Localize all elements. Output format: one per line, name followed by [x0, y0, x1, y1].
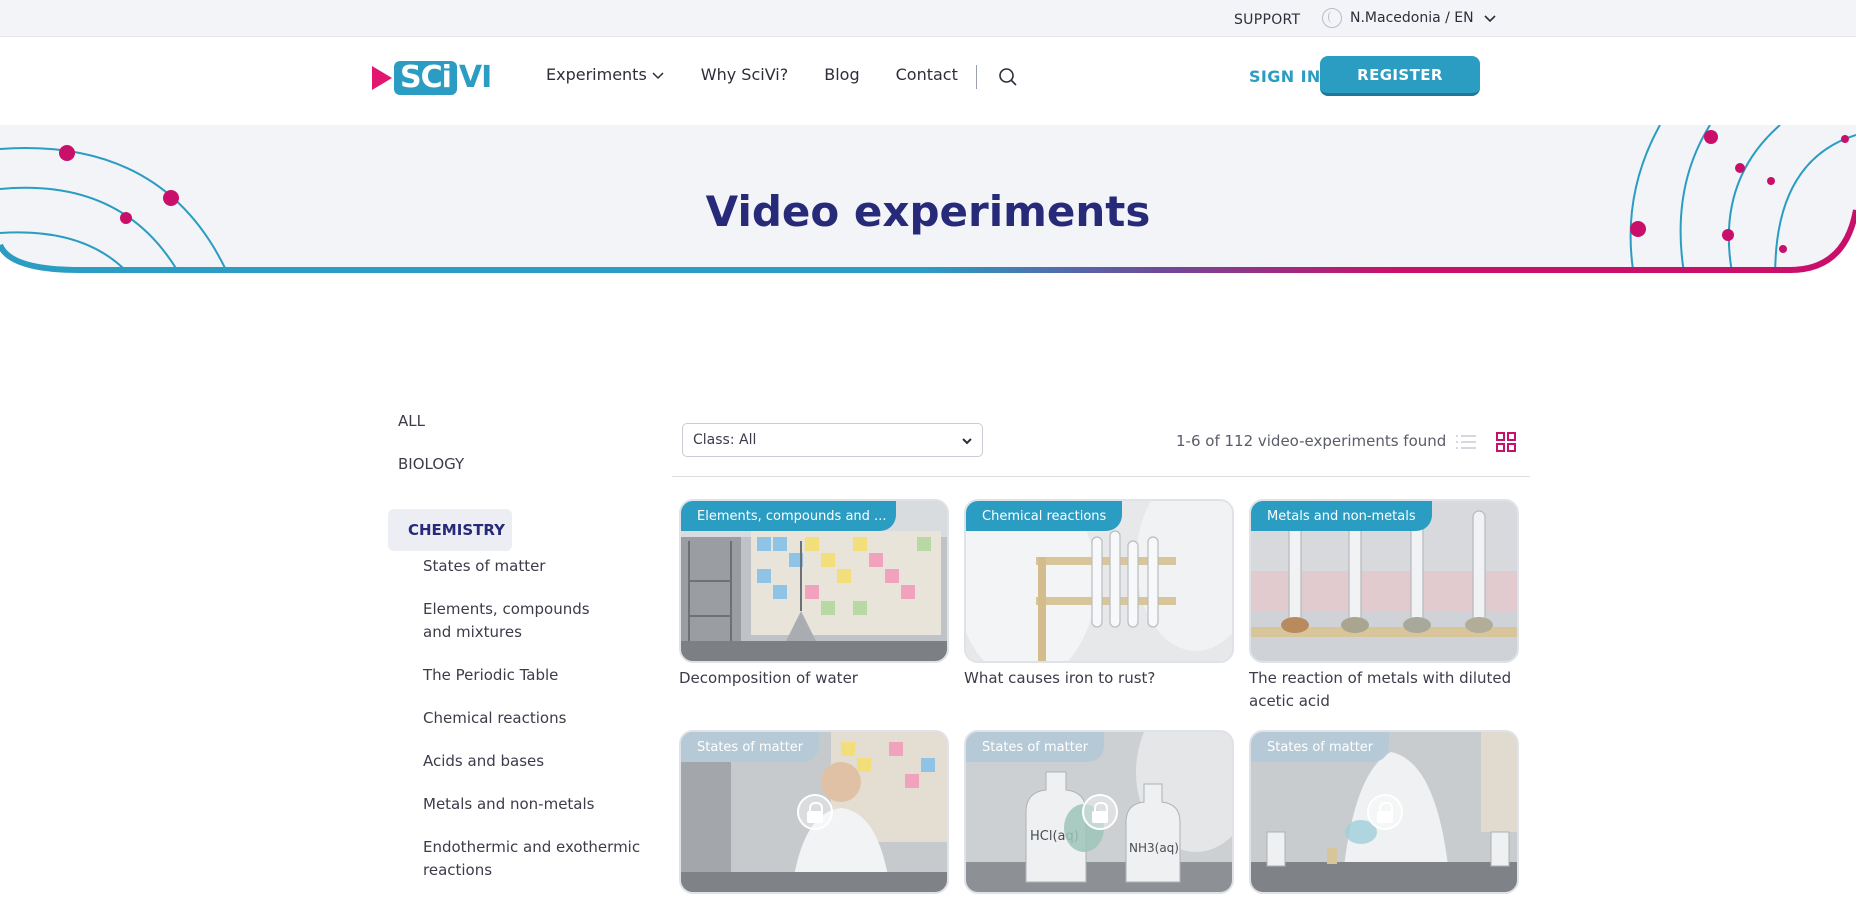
category-tag: Metals and non-metals	[1251, 501, 1432, 531]
nav-divider	[976, 65, 977, 89]
chemistry-subcategories: States of matter Elements, compounds and…	[423, 555, 640, 882]
language-selector[interactable]: N.Macedonia / EN	[1322, 8, 1498, 28]
language-label: N.Macedonia / EN	[1350, 10, 1474, 26]
category-sidebar: ALL BIOLOGY CHEMISTRY States of matter E…	[388, 412, 640, 882]
subcategory-elements-compounds-mixtures[interactable]: Elements, compounds and mixtures	[423, 598, 613, 644]
experiment-title[interactable]: The reaction of metals with diluted acet…	[1249, 667, 1519, 713]
subcategory-metals-non-metals[interactable]: Metals and non-metals	[423, 793, 638, 816]
results-count: 1-6 of 112 video-experiments found	[1176, 432, 1447, 450]
experiment-title[interactable]: What causes iron to rust?	[964, 667, 1234, 690]
lock-icon	[1367, 794, 1403, 830]
register-button[interactable]: REGISTER	[1320, 56, 1480, 96]
sidebar-item-all[interactable]: ALL	[398, 412, 638, 432]
nav-experiments-label: Experiments	[546, 65, 647, 84]
subcategory-states-of-matter[interactable]: States of matter	[423, 555, 638, 578]
subcategory-endothermic-exothermic[interactable]: Endothermic and exothermic reactions	[423, 836, 643, 882]
experiment-thumbnail[interactable]: States of matter	[1249, 730, 1519, 894]
experiment-title[interactable]: Decomposition of water	[679, 667, 949, 690]
experiment-card[interactable]: HCl(aq) NH3(aq) States of matter	[964, 730, 1234, 898]
category-tag: States of matter	[681, 732, 820, 762]
experiment-card[interactable]: States of matter	[679, 730, 949, 898]
sign-in-link[interactable]: SIGN IN	[1249, 67, 1321, 86]
experiment-card[interactable]: Chemical reactions What causes iron to r…	[964, 499, 1234, 690]
lock-icon	[797, 794, 833, 830]
experiment-card[interactable]: Metals and non-metals The reaction of me…	[1249, 499, 1519, 713]
subcategory-acids-bases[interactable]: Acids and bases	[423, 750, 638, 773]
experiment-thumbnail[interactable]: HCl(aq) NH3(aq) States of matter	[964, 730, 1234, 894]
lock-icon	[1082, 794, 1118, 830]
globe-icon	[1322, 8, 1342, 28]
nav-contact[interactable]: Contact	[896, 65, 958, 84]
search-icon[interactable]	[998, 67, 1018, 87]
chevron-down-icon	[652, 71, 664, 79]
main-nav: Experiments Why SciVi? Blog Contact	[546, 65, 958, 84]
scivi-logo[interactable]: SCi VI	[372, 60, 492, 95]
page-title: Video experiments	[705, 187, 1151, 236]
category-tag: States of matter	[966, 732, 1105, 762]
chevron-down-icon	[962, 438, 972, 445]
subcategory-periodic-table[interactable]: The Periodic Table	[423, 664, 638, 687]
experiment-card[interactable]: Elements, compounds and ... Decompositio…	[679, 499, 949, 690]
category-tag: States of matter	[1251, 732, 1390, 762]
logo-text-vi: VI	[458, 60, 492, 95]
nh3-bottle-label: NH3(aq)	[1129, 841, 1179, 855]
nav-blog[interactable]: Blog	[824, 65, 859, 84]
sidebar-item-biology[interactable]: BIOLOGY	[398, 455, 638, 475]
category-tag: Elements, compounds and ...	[681, 501, 896, 531]
play-icon	[372, 65, 392, 90]
experiment-card[interactable]: States of matter	[1249, 730, 1519, 898]
top-utility-bar: SUPPORT N.Macedonia / EN	[0, 0, 1856, 37]
main-header: SCi VI Experiments Why SciVi? Blog Conta…	[0, 37, 1856, 125]
class-filter-select[interactable]: Class: All	[682, 423, 983, 457]
sidebar-item-chemistry[interactable]: CHEMISTRY	[388, 509, 512, 551]
experiment-thumbnail[interactable]: States of matter	[679, 730, 949, 894]
toolbar-divider	[672, 476, 1530, 477]
chevron-down-icon	[1484, 15, 1496, 23]
subcategory-chemical-reactions[interactable]: Chemical reactions	[423, 707, 638, 730]
support-link[interactable]: SUPPORT	[1234, 12, 1300, 28]
hero-banner: Video experiments	[0, 125, 1856, 320]
grid-view-icon[interactable]	[1496, 432, 1516, 452]
experiment-thumbnail[interactable]: Metals and non-metals	[1249, 499, 1519, 663]
experiment-thumbnail[interactable]: Chemical reactions	[964, 499, 1234, 663]
category-tag: Chemical reactions	[966, 501, 1123, 531]
logo-text: SCi	[394, 60, 457, 95]
experiment-thumbnail[interactable]: Elements, compounds and ...	[679, 499, 949, 663]
nav-why-scivi[interactable]: Why SciVi?	[701, 65, 788, 84]
nav-experiments[interactable]: Experiments	[546, 65, 665, 84]
list-view-icon[interactable]	[1456, 433, 1476, 451]
class-filter-value: Class: All	[693, 432, 757, 448]
